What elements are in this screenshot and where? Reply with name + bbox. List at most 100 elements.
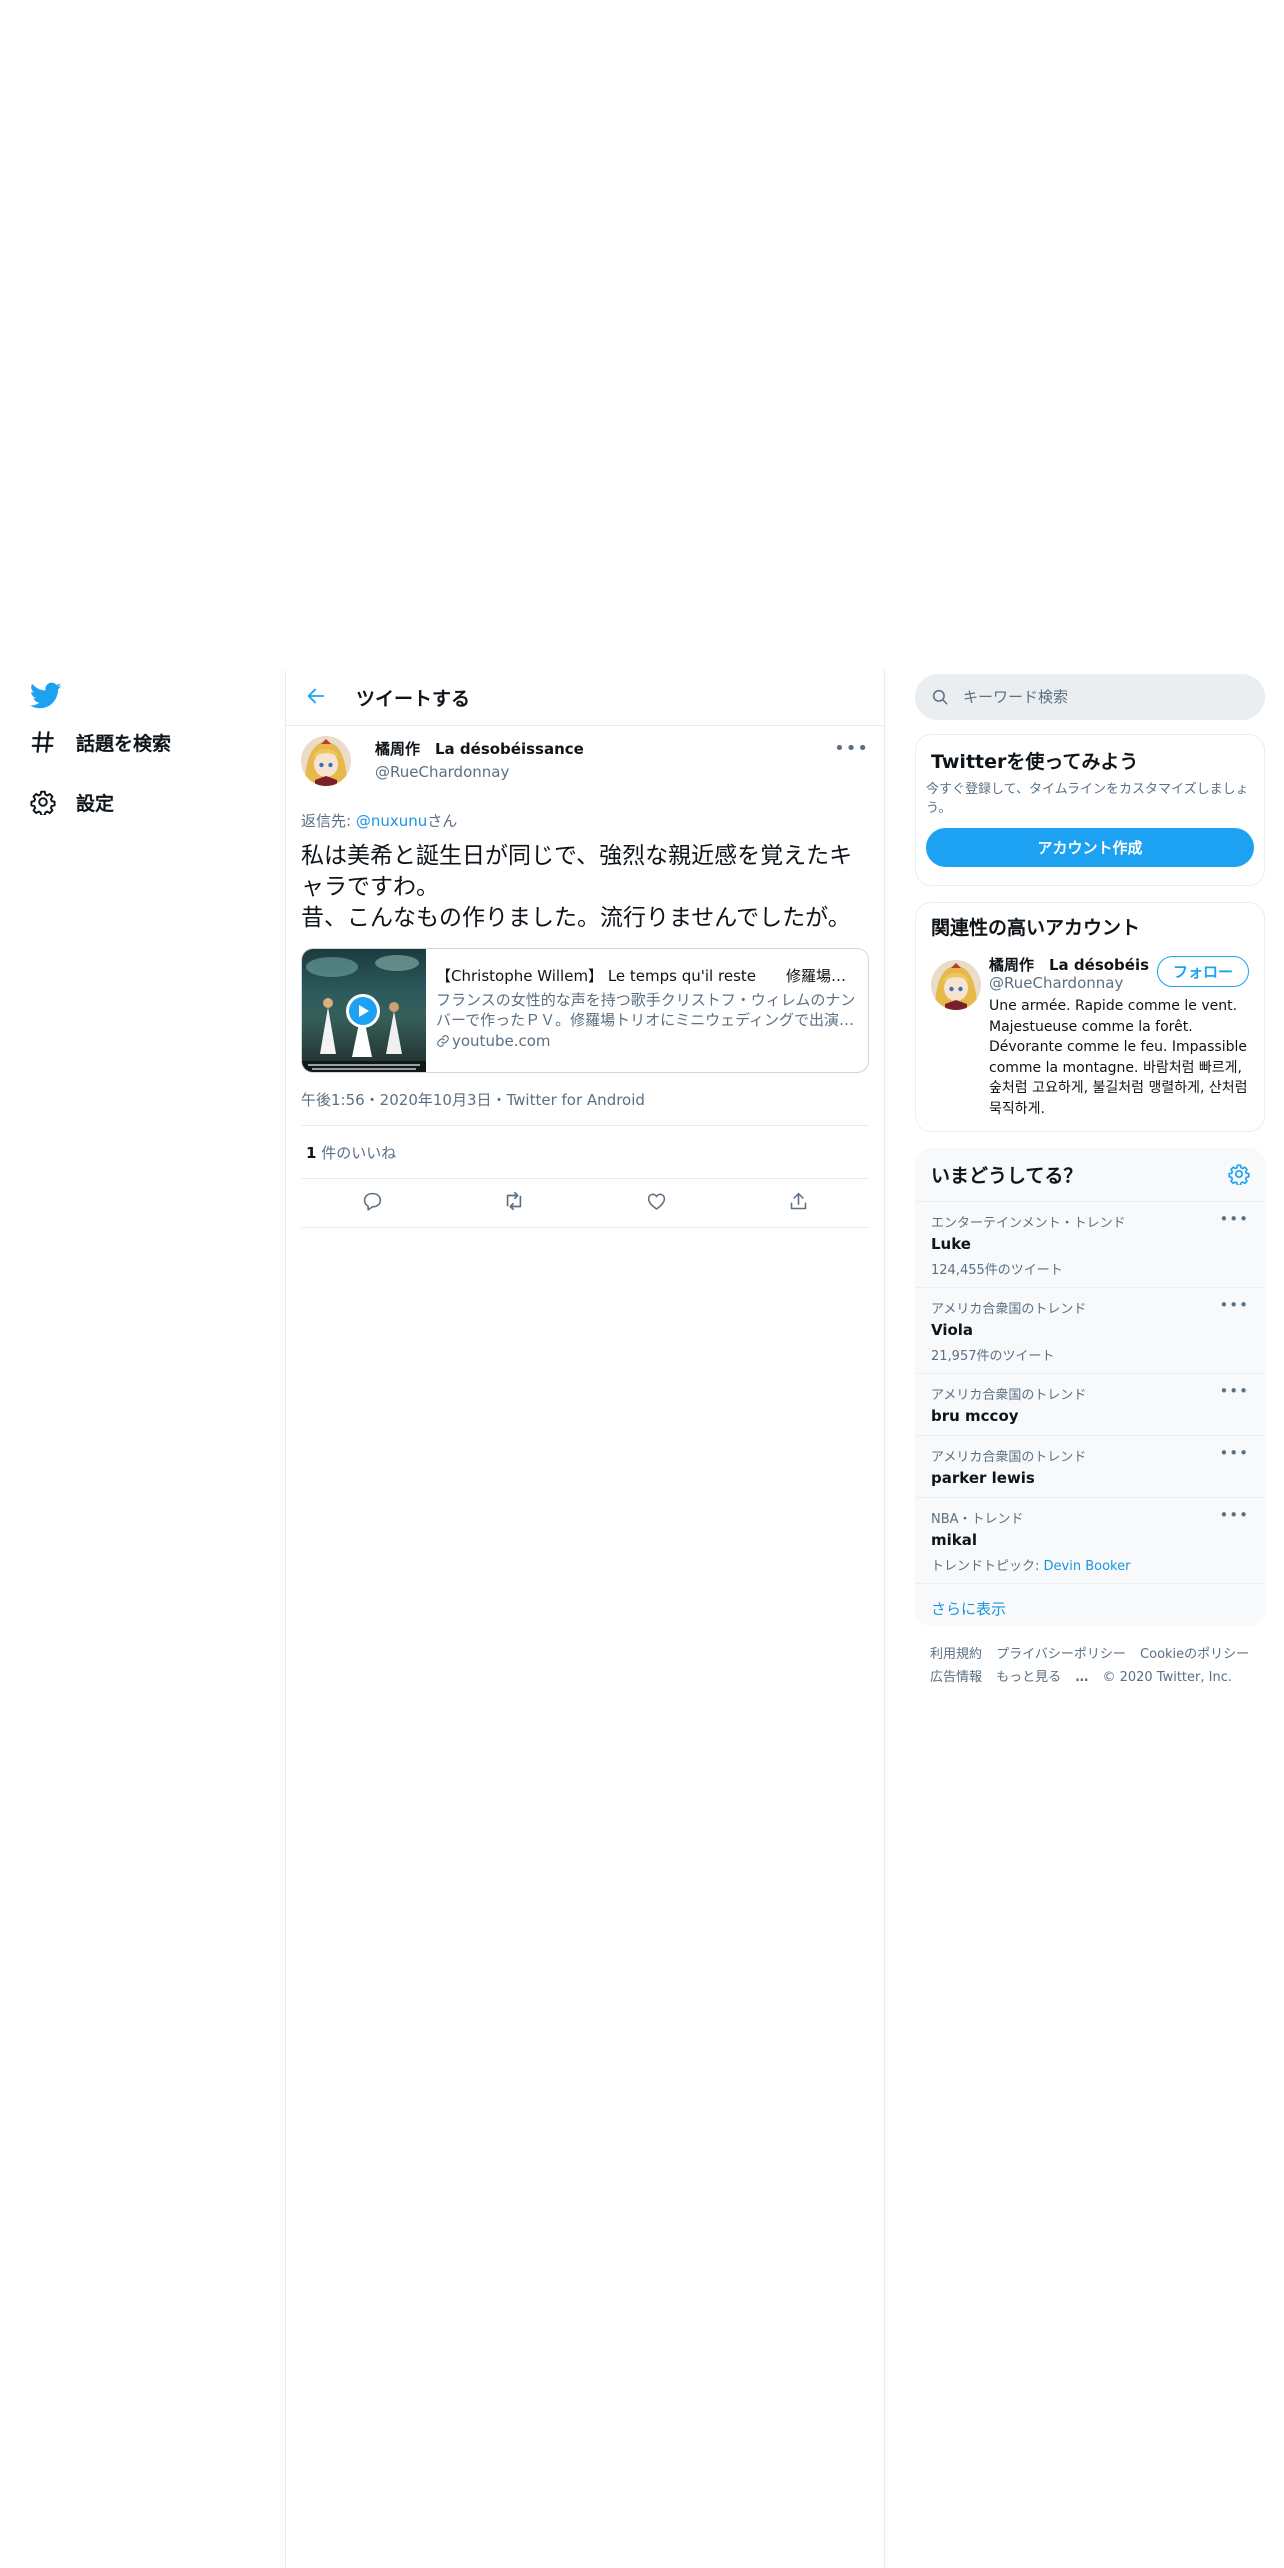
more-options-icon[interactable]: ••• [1219,1506,1249,1524]
share-icon [788,1191,809,1216]
related-name[interactable]: 橘周作 La désobéis... [989,954,1149,975]
like-button[interactable] [636,1183,676,1223]
reply-button[interactable] [352,1183,392,1223]
trend-meta: NBA・トレンド [931,1512,1024,1527]
author-handle[interactable]: @RueChardonnay [375,763,584,781]
avatar[interactable] [301,736,351,786]
show-more-link[interactable]: さらに表示 [916,1583,1264,1625]
trend-item[interactable]: NBA・トレンド mikal トレンドトピック: Devin Booker ••… [916,1497,1264,1583]
column-header: ツイートする [286,670,884,726]
more-options-icon[interactable]: ••• [1219,1210,1249,1228]
related-accounts-box: 関連性の高いアカウント 橘周作 La désobéis... @RueChard… [915,902,1265,1132]
trends-title: いまどうしてる？ [931,1165,1083,1187]
likes-number: 1 [306,1144,317,1162]
search-input[interactable] [963,688,1253,706]
retweet-button[interactable] [494,1183,534,1223]
replying-prefix: 返信先: [301,812,356,830]
trend-count: 124,455件のツイート [931,1263,1063,1278]
footer-privacy-link[interactable]: プライバシーポリシー [996,1647,1126,1662]
more-options-icon[interactable]: ••• [1219,1382,1249,1400]
tweet-timestamp[interactable]: 午後1:56・2020年10月3日・Twitter for Android [301,1089,869,1110]
related-avatar[interactable] [931,960,981,1010]
gear-icon[interactable] [1228,1163,1250,1189]
back-button[interactable] [298,680,334,716]
signup-box: Twitterを使ってみよう 今すぐ登録して、タイムラインをカスタマイズしましょ… [915,734,1265,886]
trends-header: いまどうしてる？ [916,1149,1264,1201]
trend-topic: トレンドトピック: Devin Booker [931,1555,1249,1574]
footer: 利用規約 プライバシーポリシー Cookieのポリシー 広告情報 もっと見る …… [930,1643,1260,1689]
retweet-icon [503,1190,525,1216]
trend-count: 21,957件のツイート [931,1349,1055,1364]
trend-item[interactable]: アメリカ合衆国のトレンド bru mccoy ••• [916,1373,1264,1435]
tweet: 橘周作 La désobéissance @RueChardonnay ••• … [286,726,884,1228]
page-title: ツイートする [356,688,471,710]
nav-explore-label: 話題を検索 [76,732,172,755]
card-title: 【Christophe Willem】 Le temps qu'il reste… [436,967,856,985]
trend-meta: アメリカ合衆国のトレンド [931,1388,1087,1403]
footer-cookie-link[interactable]: Cookieのポリシー [1140,1647,1249,1662]
more-options-icon[interactable]: ••• [834,738,869,759]
replying-suffix: さん [427,812,458,830]
card-description: フランスの女性的な声を持つ歌手クリストフ・ウィレムのナンバーで作ったＰＶ。修羅場… [436,991,856,1029]
nav-settings[interactable]: 設定 [28,782,114,822]
trend-item[interactable]: アメリカ合衆国のトレンド parker lewis ••• [916,1435,1264,1497]
show-more-label: さらに表示 [931,1600,1007,1618]
tweet-actions [301,1179,869,1227]
footer-more-label: もっと見る [996,1670,1062,1685]
author-block: 橘周作 La désobéissance @RueChardonnay [375,738,584,781]
replying-mention-link[interactable]: @nuxunu [356,812,427,830]
trend-topic-link[interactable]: Devin Booker [1044,1559,1131,1574]
trend-meta: アメリカ合衆国のトレンド [931,1302,1087,1317]
trend-name: bru mccoy [931,1407,1019,1425]
footer-terms-link[interactable]: 利用規約 [930,1647,982,1662]
trend-name: parker lewis [931,1469,1035,1487]
follow-button[interactable]: フォロー [1157,956,1249,987]
footer-ads-link[interactable]: 広告情報 [930,1670,982,1685]
search-box[interactable] [915,674,1265,720]
tweet-column: ツイートする 橘周作 La désobéissance @RueChardonn [285,670,885,2568]
reply-icon [362,1191,383,1216]
trend-meta: アメリカ合衆国のトレンド [931,1450,1087,1465]
twitter-logo-icon[interactable] [29,682,62,710]
trend-name: Viola [931,1321,974,1339]
nav-explore[interactable]: 話題を検索 [28,722,171,762]
video-thumbnail[interactable] [302,949,426,1072]
related-title: 関連性の高いアカウント [931,917,1141,939]
more-options-icon[interactable]: ••• [1219,1296,1249,1314]
link-card[interactable]: 【Christophe Willem】 Le temps qu'il reste… [301,948,869,1073]
share-button[interactable] [778,1183,818,1223]
replying-to: 返信先: @nuxunuさん [301,810,869,831]
likes-label: 件のいいね [316,1144,397,1162]
trend-item[interactable]: アメリカ合衆国のトレンド Viola 21,957件のツイート ••• [916,1287,1264,1373]
hashtag-icon [28,727,58,757]
search-icon [931,688,949,706]
trend-name: mikal [931,1531,978,1549]
tweet-text: 私は美希と誕生日が同じで、強烈な親近感を覚えたキャラですわ。 昔、こんなもの作り… [301,841,869,934]
card-domain: youtube.com [436,1032,856,1050]
more-dots-icon: … [1075,1670,1089,1685]
create-account-button[interactable]: アカウント作成 [926,828,1254,867]
link-icon [436,1034,450,1048]
card-body: 【Christophe Willem】 Le temps qu'il reste… [426,949,868,1072]
trend-topic-label: トレンドトピック: [931,1559,1044,1574]
divider [301,1227,869,1228]
footer-more-link[interactable]: もっと見る … [996,1670,1088,1685]
signup-title: Twitterを使ってみよう [931,751,1139,773]
more-options-icon[interactable]: ••• [1219,1444,1249,1462]
trend-item[interactable]: エンターテインメント・トレンド Luke 124,455件のツイート ••• [916,1201,1264,1287]
play-icon[interactable] [346,994,380,1028]
gear-icon [28,787,58,817]
back-arrow-icon [305,685,327,711]
likes-count[interactable]: 1 件のいいね [301,1126,869,1178]
related-handle[interactable]: @RueChardonnay [989,974,1123,992]
footer-copyright: © 2020 Twitter, Inc. [1102,1670,1232,1685]
trend-meta: エンターテインメント・トレンド [931,1216,1126,1231]
card-domain-text: youtube.com [452,1032,551,1050]
tweet-text-line: 昔、こんなもの作りました。流行りませんでしたが。 [301,905,851,931]
signup-subtitle: 今すぐ登録して、タイムラインをカスタマイズしましょう。 [926,782,1249,816]
related-account[interactable]: 橘周作 La désobéis... @RueChardonnay フォロー U… [916,954,1264,1124]
tweet-text-line: 私は美希と誕生日が同じで、強烈な親近感を覚えたキャラですわ。 [301,843,853,900]
related-bio: Une armée. Rapide comme le vent. Majestu… [989,998,1248,1117]
trend-name: Luke [931,1235,971,1253]
author-name[interactable]: 橘周作 La désobéissance [375,740,584,758]
